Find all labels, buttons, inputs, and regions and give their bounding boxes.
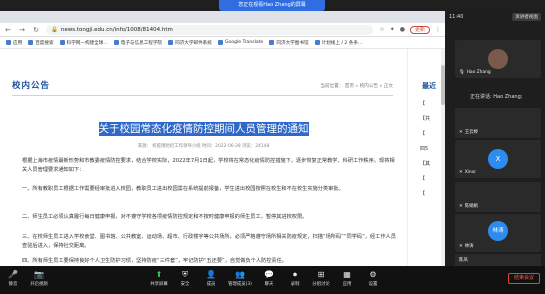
bookmark-item[interactable]: 计划线上 / 2 条条... <box>314 40 362 46</box>
bookmark-item[interactable]: 百度搜索 <box>28 40 54 46</box>
meeting-toolbar: 🎤 静音 📷 开启视频 ⬆ 共享屏幕 ⛨ 安全 👤 成员 👥 管理成员(3) 💬 聊天 ⏺ 录制… <box>0 266 545 294</box>
breakout-icon: ⊞ <box>317 270 325 279</box>
participant-name: ✕ Xinxr <box>459 170 477 175</box>
participant-name: ✕ 王云婷 <box>459 129 478 136</box>
article-paragraph: 三、在校师生员工进入学校食堂、图书馆、公共教室、运动场、超市、行政楼宇等公共场所… <box>22 234 396 249</box>
manage-members-button[interactable]: 👥 管理成员(3) <box>224 270 256 287</box>
breadcrumb[interactable]: 当前位置： 首页 » 校内公告 » 正文 <box>320 83 393 89</box>
apps-icon: ▦ <box>343 270 351 279</box>
video-tile[interactable]: ✕ 陈娟娟 <box>455 182 541 212</box>
chat-button[interactable]: 💬 聊天 <box>256 270 282 287</box>
muted-mic-icon: ✕ <box>459 203 463 209</box>
bookmark-favicon-icon <box>113 40 119 45</box>
article-title: 关于校园常态化疫情防控期间人员管理的通知 <box>0 121 407 136</box>
right-sidebar-list: 【 【共 【 四5 【其 【 【 <box>408 91 445 202</box>
share-screen-icon: ⬆ <box>155 270 163 279</box>
participant-name: 🎙 Hao Zhang <box>459 70 491 75</box>
bookmark-item[interactable]: 电子与信息工程学院 <box>113 40 162 46</box>
extensions-icon[interactable]: ✦ <box>390 26 395 33</box>
bookmark-item[interactable]: 应用 <box>6 40 22 46</box>
video-tile[interactable]: X ✕ Xinxr <box>455 140 541 178</box>
article-paragraph: 四、所有师生员工要保持良好个人卫生防护习惯，坚持防疫“三件套”，牢记防护“五还要… <box>22 258 287 264</box>
shield-icon: ⛨ <box>182 270 188 279</box>
more-icon[interactable]: ⋮ <box>435 26 441 33</box>
record-icon: ⏺ <box>293 270 297 279</box>
chat-icon: 💬 <box>264 270 274 279</box>
members-icon: 👤 <box>206 270 216 279</box>
bookmark-item[interactable]: 科学网—构建全球... <box>59 40 108 46</box>
settings-button[interactable]: ⚙ 设置 <box>360 270 386 287</box>
share-screen-button[interactable]: ⬆ 共享屏幕 <box>146 270 172 287</box>
bookmark-favicon-icon <box>59 40 65 45</box>
update-button[interactable]: 更新 <box>409 25 430 34</box>
avatar: X <box>488 149 508 169</box>
settings-icon: ⚙ <box>369 270 377 279</box>
reload-icon[interactable]: ↻ <box>32 26 40 34</box>
right-sidebar: 最近 【 【共 【 四5 【其 【 【 <box>407 49 445 266</box>
video-tile[interactable]: 🎙 Hao Zhang <box>455 40 541 78</box>
article-paragraph: 二、师生员工必须认真履行每日健康申报，对不遵守学校各项疫情防控规定和不按时健康申… <box>22 214 308 220</box>
bookmark-favicon-icon <box>168 40 174 45</box>
panel-topbar: 11:40 演讲者视图 <box>445 11 545 23</box>
shared-browser-window: ← → ↻ 🔒 news.tongji.edu.cn/info/1008/814… <box>0 11 445 266</box>
participant-name: 陈凤 <box>459 258 468 263</box>
bookmark-favicon-icon <box>314 40 320 45</box>
video-tile[interactable]: 林涛 ✕ 林涛 <box>455 214 541 252</box>
bookmarks-bar: 应用 百度搜索 科学网—构建全球... 电子与信息工程学院 同济大学邮件系统 G… <box>0 37 445 49</box>
back-icon[interactable]: ← <box>4 26 12 34</box>
browser-tab-bar <box>0 11 445 23</box>
participant-name: ✕ 陈娟娟 <box>459 203 478 210</box>
title-divider <box>12 95 393 96</box>
camera-icon: 📷 <box>34 270 44 279</box>
article-title-text: 关于校园常态化疫情防控期间人员管理的通知 <box>98 122 309 136</box>
url-text: news.tongji.edu.cn/info/1008/81404.htm <box>60 26 173 33</box>
article-meta: 来源： 校疫情防控工作领导小组 时间：2022-06-28 浏览：24148 <box>137 144 270 149</box>
article-paragraph: 一、所有教职员工根据工作需要经审批进入校园，教职员工进出校园需在系统提前报备，学… <box>22 186 344 192</box>
video-tile[interactable]: 陈凤 <box>455 254 541 266</box>
bookmark-item[interactable]: 同济大学邮件系统 <box>168 40 212 46</box>
record-button[interactable]: ⏺ 录制 <box>282 270 308 287</box>
breakout-button[interactable]: ⊞ 分组讨论 <box>308 270 334 287</box>
profile-icon[interactable]: ● <box>400 26 405 33</box>
end-meeting-button[interactable]: 结束会议 <box>508 273 540 284</box>
address-bar: ← → ↻ 🔒 news.tongji.edu.cn/info/1008/814… <box>0 23 445 37</box>
screen-share-banner: 您正在观看Hao Zhang的屏幕 <box>219 0 325 11</box>
manage-members-icon: 👥 <box>235 270 245 279</box>
avatar: 林涛 <box>488 221 508 241</box>
star-icon[interactable]: ☆ <box>379 26 384 33</box>
bookmark-item[interactable]: 同济大学图书馆 <box>269 40 309 46</box>
video-thumbnail <box>488 49 508 69</box>
speaking-indicator: 正在讲话: Hao Zhang; <box>470 94 523 100</box>
apps-button[interactable]: ▦ 应用 <box>334 270 360 287</box>
video-tile[interactable]: ✕ 王云婷 <box>455 108 541 138</box>
bookmark-favicon-icon <box>217 40 223 45</box>
bookmark-favicon-icon <box>269 40 275 45</box>
bookmark-favicon-icon <box>28 40 34 45</box>
members-button[interactable]: 👤 成员 <box>198 270 224 287</box>
bookmark-item[interactable]: Google Translate <box>217 40 263 45</box>
muted-mic-icon: ✕ <box>459 170 463 175</box>
section-title: 校内公告 <box>12 81 51 91</box>
url-input[interactable]: 🔒 news.tongji.edu.cn/info/1008/81404.htm <box>46 24 374 35</box>
muted-mic-icon: ✕ <box>459 129 463 135</box>
microphone-icon: 🎤 <box>8 270 18 279</box>
security-button[interactable]: ⛨ 安全 <box>172 270 198 287</box>
clock-text: 11:40 <box>449 14 464 20</box>
web-page: 校内公告 当前位置： 首页 » 校内公告 » 正文 关于校园常态化疫情防控期间人… <box>0 49 445 266</box>
microphone-icon: 🎙 <box>459 70 465 75</box>
forward-icon[interactable]: → <box>18 26 26 34</box>
page-gutter <box>0 49 12 266</box>
right-sidebar-heading: 最近 <box>422 82 436 90</box>
start-video-button[interactable]: 📷 开启视频 <box>26 270 52 287</box>
lock-icon: 🔒 <box>51 26 58 33</box>
apps-grid-icon <box>6 40 11 45</box>
participant-name: ✕ 林涛 <box>459 243 474 250</box>
speaker-view-button[interactable]: 演讲者视图 <box>512 13 541 21</box>
article-paragraph: 根据上海市疫情最新形势和市教委疫情防控要求，结合学校实际，2022年7月1日起，… <box>22 158 395 173</box>
muted-mic-icon: ✕ <box>459 243 463 249</box>
mute-button[interactable]: 🎤 静音 <box>0 270 26 287</box>
